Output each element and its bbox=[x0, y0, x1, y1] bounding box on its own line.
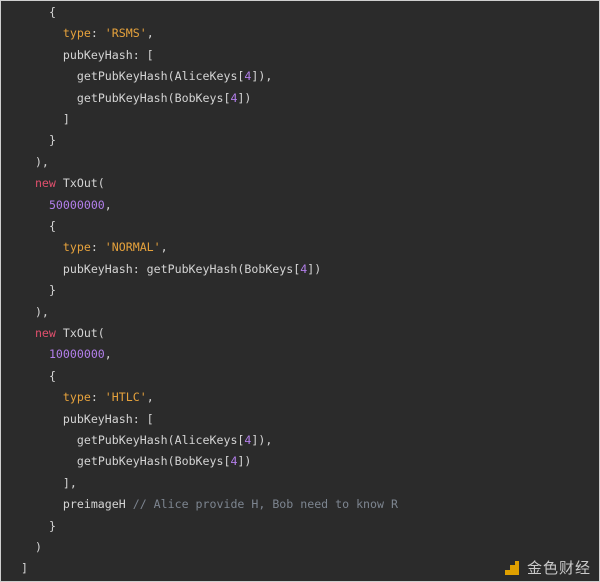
code-token: 50000000 bbox=[48, 197, 105, 212]
code-line: { bbox=[49, 2, 56, 23]
code-token: { bbox=[48, 219, 56, 233]
code-token: getPubKeyHash(BobKeys[ bbox=[76, 454, 231, 469]
code-line: } bbox=[49, 280, 56, 301]
code-line: ] bbox=[21, 558, 28, 579]
code-token: 'HTLC' bbox=[104, 390, 147, 405]
code-line: type: 'RSMS', bbox=[63, 23, 154, 44]
code-token: // Alice provide H, Bob need to know R bbox=[132, 497, 398, 512]
code-token: type bbox=[62, 26, 91, 41]
code-token: pubKeyHash: [ bbox=[62, 47, 154, 62]
code-token: new bbox=[34, 176, 56, 191]
code-token: , bbox=[104, 347, 112, 362]
code-line: getPubKeyHash(AliceKeys[4]), bbox=[77, 430, 272, 451]
code-line: 50000000, bbox=[49, 195, 112, 216]
code-token: getPubKeyHash(AliceKeys[ bbox=[76, 433, 245, 447]
watermark-text: 金色财经 bbox=[526, 559, 591, 577]
code-token: getPubKeyHash(AliceKeys[ bbox=[76, 69, 245, 84]
code-token: preimageH bbox=[62, 497, 133, 512]
code-token: ]), bbox=[251, 69, 273, 84]
code-line: type: 'NORMAL', bbox=[63, 237, 168, 258]
code-line: { bbox=[49, 216, 56, 237]
code-token: ], bbox=[62, 475, 77, 490]
code-token: 'RSMS' bbox=[104, 26, 147, 41]
code-token: 10000000 bbox=[48, 347, 105, 362]
code-line: ), bbox=[35, 302, 49, 323]
code-line: pubKeyHash: [ bbox=[63, 45, 154, 66]
code-token: , bbox=[104, 197, 112, 212]
code-token: : bbox=[90, 390, 105, 405]
code-line: pubKeyHash: [ bbox=[63, 409, 154, 430]
code-token: , bbox=[146, 26, 154, 41]
code-line: pubKeyHash: getPubKeyHash(BobKeys[4]) bbox=[63, 259, 321, 280]
code-token: TxOut( bbox=[55, 176, 105, 191]
code-line: getPubKeyHash(BobKeys[4]) bbox=[77, 88, 252, 109]
code-line: } bbox=[49, 516, 56, 537]
code-line: ) bbox=[35, 537, 42, 558]
code-token: ), bbox=[34, 304, 49, 319]
code-line: { bbox=[49, 366, 56, 387]
code-token: type bbox=[62, 240, 91, 255]
code-token: type bbox=[62, 390, 91, 405]
code-line: type: 'HTLC', bbox=[63, 387, 154, 408]
code-line: 10000000, bbox=[49, 344, 112, 365]
code-token: ]) bbox=[307, 261, 322, 276]
code-screenshot-frame: { type: 'RSMS', pubKeyHash: [ getPubKeyHash… bbox=[0, 0, 600, 582]
code-token: } bbox=[48, 518, 56, 533]
code-line: ] bbox=[63, 109, 70, 130]
code-line: getPubKeyHash(AliceKeys[4]), bbox=[77, 66, 272, 87]
code-line: } bbox=[49, 130, 56, 151]
code-token: new bbox=[34, 326, 56, 340]
code-token: : bbox=[90, 26, 105, 41]
code-line: new TxOut( bbox=[35, 173, 105, 194]
code-token: pubKeyHash: getPubKeyHash(BobKeys[ bbox=[62, 261, 301, 276]
code-token: { bbox=[48, 368, 56, 383]
code-line: new TxOut( bbox=[35, 323, 105, 344]
code-token: 'NORMAL' bbox=[104, 240, 161, 255]
code-token: pubKeyHash: [ bbox=[62, 411, 154, 426]
code-token: ]) bbox=[237, 90, 252, 105]
code-token: { bbox=[48, 5, 56, 19]
code-token: ] bbox=[62, 112, 70, 126]
watermark: 金色财经 bbox=[503, 557, 591, 578]
code-line: ), bbox=[35, 152, 49, 173]
code-token: getPubKeyHash(BobKeys[ bbox=[76, 90, 231, 105]
code-token: ), bbox=[34, 154, 49, 169]
code-token: } bbox=[48, 133, 56, 148]
code-token: ) bbox=[34, 540, 42, 554]
code-token: , bbox=[146, 390, 154, 405]
code-token: , bbox=[160, 240, 168, 255]
code-token: : bbox=[90, 240, 105, 255]
code-token: } bbox=[48, 283, 56, 298]
code-token: ]), bbox=[251, 433, 273, 447]
code-token: TxOut( bbox=[55, 326, 105, 340]
code-token: ]) bbox=[237, 454, 252, 469]
code-token: ] bbox=[20, 561, 28, 576]
code-line: preimageH // Alice provide H, Bob need t… bbox=[63, 494, 398, 515]
code-line: ], bbox=[63, 473, 77, 494]
jinse-logo-icon bbox=[504, 560, 519, 575]
code-line: getPubKeyHash(BobKeys[4]) bbox=[77, 451, 252, 472]
